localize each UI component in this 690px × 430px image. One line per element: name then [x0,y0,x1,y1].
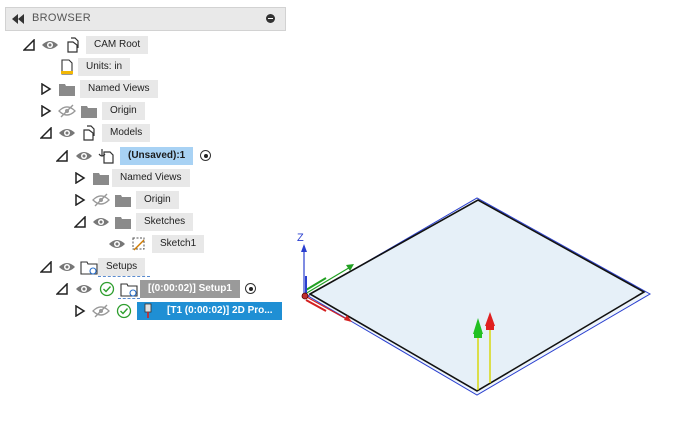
tree-label-setups[interactable]: Setups [98,258,146,276]
tool-red-base [486,326,494,330]
activate-radio-icon[interactable] [245,283,256,294]
eye-icon[interactable] [58,259,76,275]
tree-row-origin[interactable]: Origin [38,102,148,120]
tool-green-base [474,334,482,338]
tree-label-unsaved-component[interactable]: (Unsaved):1 [120,147,194,165]
browser-header: BROWSER [5,7,286,31]
browser-title: BROWSER [32,12,91,24]
minimize-panel-icon[interactable] [266,14,275,23]
tree-row-unsaved-component[interactable]: (Unsaved):1 [54,147,224,165]
eye-icon[interactable] [108,236,126,252]
check-circle-icon [99,281,115,297]
eye-icon[interactable] [58,125,76,141]
tree-label-cam-root[interactable]: CAM Root [86,36,149,54]
tree-row-sketches[interactable]: Sketches [72,213,202,231]
tree-row-nested-origin[interactable]: Origin [72,191,182,209]
tree-row-2d-profile-operation[interactable]: [T1 (0:00:02)] 2D Pro... [72,302,284,320]
folder-icon [115,195,131,207]
tree-row-active-highlight[interactable]: [T1 (0:00:02)] 2D Pro... [137,302,282,320]
expand-triangle-icon[interactable] [74,305,86,317]
check-circle-icon [116,303,132,319]
collapse-triangle-icon[interactable] [40,127,52,139]
eye-icon[interactable] [75,148,93,164]
tree-label-sketches[interactable]: Sketches [136,213,194,231]
tree-row-setups[interactable]: Setups [38,258,158,276]
canvas-viewport[interactable] [286,0,690,430]
sketch-icon [132,237,145,251]
collapse-triangle-icon[interactable] [40,261,52,273]
eye-icon[interactable] [41,37,59,53]
tree-label-sketch1[interactable]: Sketch1 [152,235,205,253]
tree-label-origin[interactable]: Origin [102,102,145,120]
tree-label-nested-origin[interactable]: Origin [136,191,179,209]
eye-icon[interactable] [92,214,110,230]
eye-hidden-icon[interactable] [92,303,110,319]
tree-row-models[interactable]: Models [38,124,153,142]
collapse-panel-icon[interactable] [12,14,24,24]
units-document-icon [61,59,73,75]
tree-label-2d-profile-operation[interactable]: [T1 (0:00:02)] 2D Pro... [167,302,273,320]
collapse-triangle-icon[interactable] [23,39,35,51]
tree-label-named-views[interactable]: Named Views [80,80,158,98]
document-icon [67,37,79,53]
eye-icon[interactable] [75,281,93,297]
tree-row-units[interactable]: Units: in [58,58,138,76]
origin-point [301,292,309,300]
folder-icon [81,106,97,118]
models-icon [83,125,95,141]
setup-icon [120,283,138,297]
collapse-triangle-icon[interactable] [56,150,68,162]
browser-panel: BROWSER [5,7,286,327]
tree-label-models[interactable]: Models [102,124,151,142]
z-axis-arrow [301,244,307,252]
folder-icon [93,173,109,185]
setups-warning-underline [98,276,150,277]
expand-triangle-icon[interactable] [74,194,86,206]
tree-row-cam-root[interactable]: CAM Root [20,36,160,54]
folder-icon [59,84,75,96]
tree-row-sketch1[interactable]: Sketch1 [108,235,218,253]
setup1-warning-underline [118,298,140,299]
tree-label-nested-named-views[interactable]: Named Views [112,169,190,187]
collapse-triangle-icon[interactable] [56,283,68,295]
collapse-triangle-icon[interactable] [74,216,86,228]
expand-triangle-icon[interactable] [40,83,52,95]
component-anchor-icon [98,149,114,164]
activate-radio-icon[interactable] [200,150,211,161]
eye-hidden-icon[interactable] [92,192,110,208]
tree-label-units[interactable]: Units: in [78,58,131,76]
folder-icon [115,217,131,229]
profile-tool-icon [144,303,152,318]
setups-folder-icon [80,261,98,275]
expand-triangle-icon[interactable] [74,172,86,184]
part-outline [308,199,646,392]
eye-hidden-icon[interactable] [58,103,76,119]
expand-triangle-icon[interactable] [40,105,52,117]
z-axis-label: Z [297,232,304,244]
tree-row-setup1[interactable]: [(0:00:02)] Setup1 [54,280,269,298]
tree-row-named-views[interactable]: Named Views [38,80,163,98]
tree-row-nested-named-views[interactable]: Named Views [72,169,197,187]
tree-label-setup1[interactable]: [(0:00:02)] Setup1 [140,280,240,298]
